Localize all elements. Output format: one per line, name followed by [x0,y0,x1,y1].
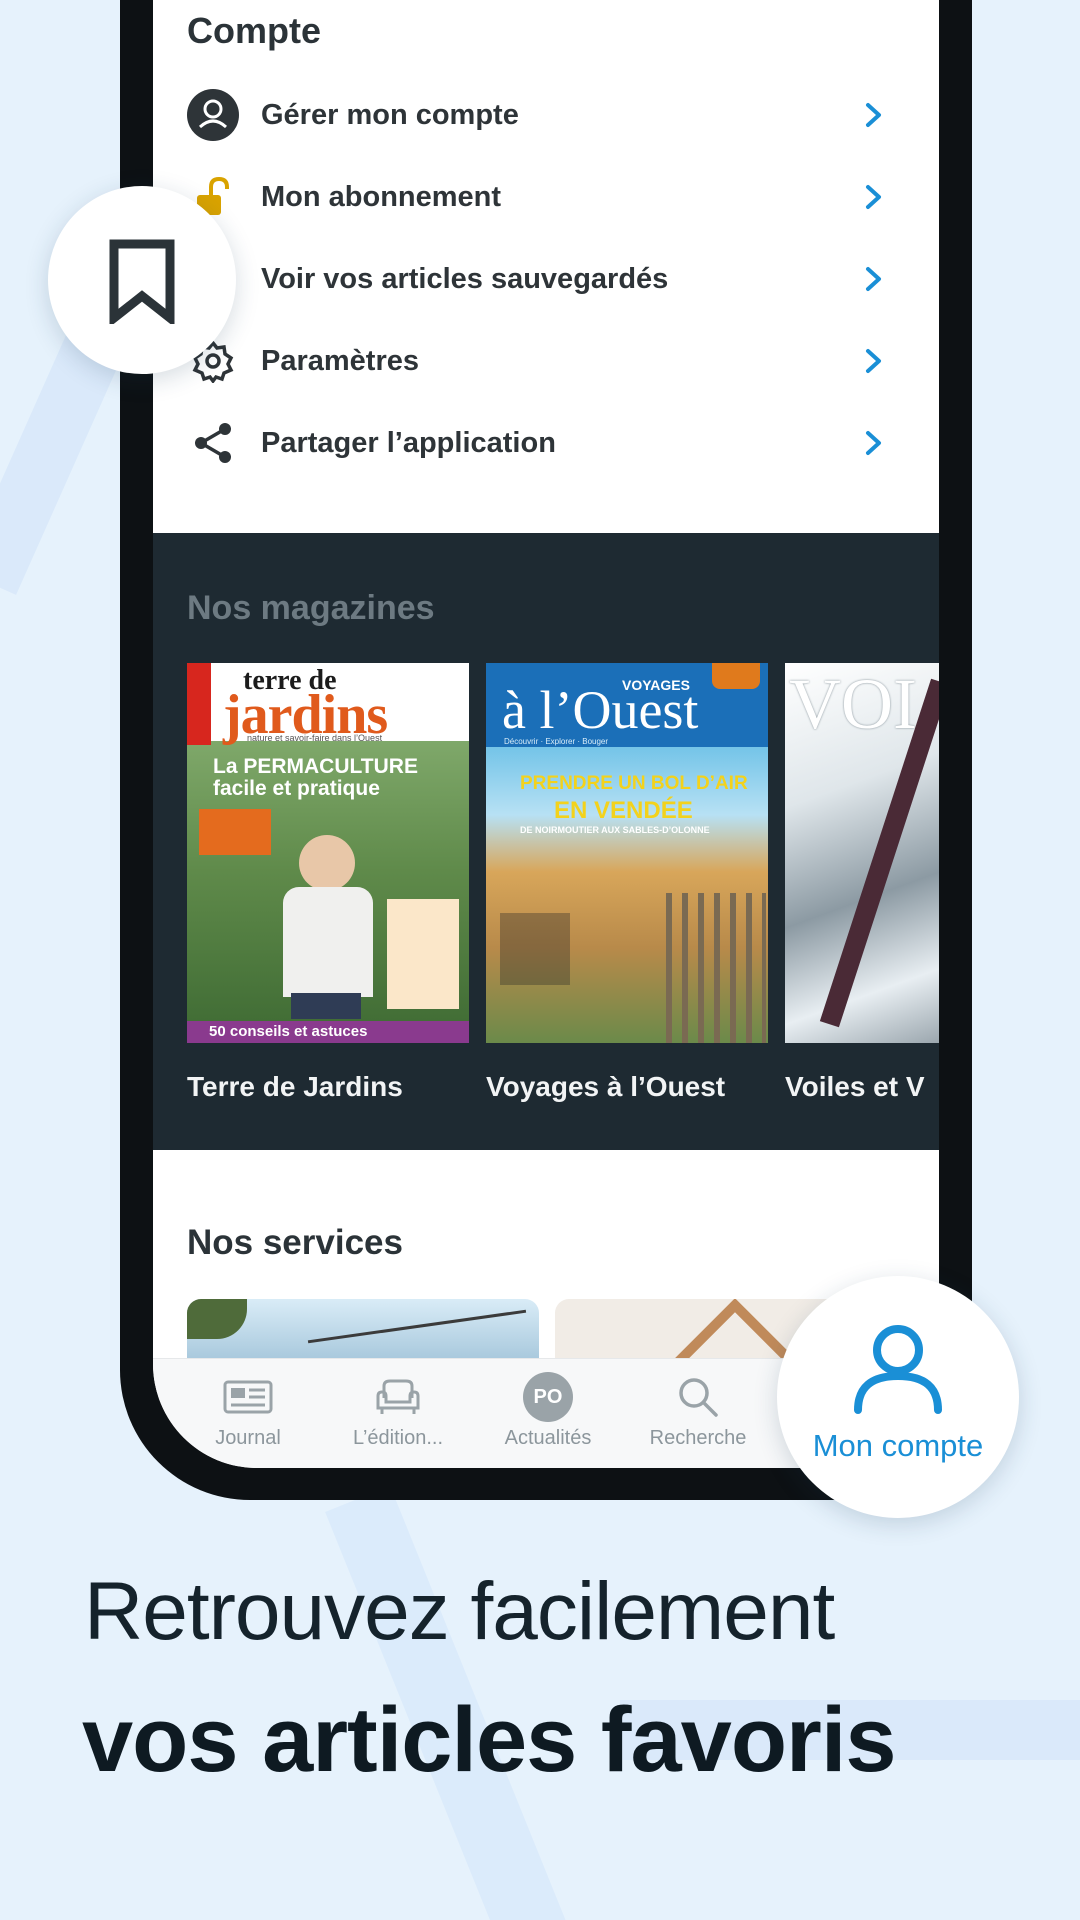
bookmark-icon [108,238,176,329]
cover-subline: Découvrir · Explorer · Bouger [504,737,609,746]
nav-item-actualites[interactable]: PO Actualités [473,1372,623,1450]
magazine-cover: VOI [785,663,939,1043]
magazine-card-terre-de-jardins[interactable]: terre de jardins nature et savoir-faire … [187,663,469,1102]
armchair-icon [323,1373,473,1421]
magazine-name: Voiles et V [785,1071,925,1102]
menu-item-settings[interactable]: Paramètres [187,326,907,396]
magazine-card-voyages-a-l-ouest[interactable]: VOYAGES à l’Ouest Découvrir · Explorer ·… [486,663,768,1102]
account-section-title: Compte [187,10,321,51]
menu-item-share-app[interactable]: Partager l’application [187,408,907,478]
menu-item-label: Voir vos articles sauvegardés [261,262,669,295]
chevron-right-icon [859,264,889,294]
magazines-section: Nos magazines terre de jardins nature et… [153,533,939,1150]
services-section-title: Nos services [187,1223,403,1262]
nav-item-edition[interactable]: L’édition... [323,1373,473,1450]
chevron-right-icon [859,182,889,212]
nav-item-journal[interactable]: Journal [173,1373,323,1450]
cover-headline: facile et pratique [213,777,380,800]
cover-footer: 50 conseils et astuces [187,1021,469,1043]
magazine-cover: terre de jardins nature et savoir-faire … [187,663,469,1043]
promo-headline-line1: Retrouvez facilement [84,1566,835,1657]
menu-item-subscription[interactable]: Mon abonnement [187,162,907,232]
magazine-cover: VOYAGES à l’Ouest Découvrir · Explorer ·… [486,663,768,1043]
menu-item-label: Mon abonnement [261,180,502,213]
share-icon [187,417,239,469]
cover-headline: PRENDRE UN BOL D’AIR [520,773,748,794]
nav-label-active: Mon compte [812,1428,984,1463]
nav-label: Journal [215,1427,281,1449]
nav-item-mon-compte[interactable]: Mon compte [777,1276,1019,1518]
chevron-right-icon [859,346,889,376]
promo-headline-line2: vos articles favoris [82,1689,897,1791]
user-circle-icon [187,89,239,141]
cover-masthead-main: VOI [789,664,917,744]
cover-headline: DE NOIRMOUTIER AUX SABLES-D’OLONNE [520,825,710,835]
bookmark-bubble [48,186,236,374]
menu-item-label: Paramètres [261,344,419,377]
search-icon [623,1373,773,1421]
chevron-right-icon [859,428,889,458]
nav-label: Actualités [504,1427,592,1449]
cover-tagline: nature et savoir-faire dans l’Ouest [247,733,383,743]
menu-item-label: Gérer mon compte [261,98,519,131]
menu-item-label: Partager l’application [261,426,556,459]
menu-item-manage-account[interactable]: Gérer mon compte [187,80,907,150]
nav-label: L’édition... [352,1427,444,1449]
po-badge-text: PO [523,1372,573,1422]
magazine-card-voiles-et-voiliers[interactable]: VOI Voiles et V [785,663,939,1102]
menu-item-saved-articles[interactable]: Voir vos articles sauvegardés [187,244,907,314]
chevron-right-icon [859,100,889,130]
newspaper-icon [173,1373,323,1421]
cover-headline: EN VENDÉE [554,797,693,824]
user-icon [852,1322,944,1423]
magazines-section-title: Nos magazines [187,589,435,627]
po-logo-icon: PO [473,1372,623,1422]
nav-label: Recherche [649,1427,747,1449]
phone-screen: Compte Gérer mon compte Mon abonnement V… [153,0,939,1468]
cover-masthead-main: à l’Ouest [502,680,699,740]
nav-item-recherche[interactable]: Recherche [623,1373,773,1450]
magazine-name: Terre de Jardins [187,1071,403,1102]
magazine-name: Voyages à l’Ouest [486,1071,726,1102]
cover-headline: La PERMACULTURE [213,755,418,778]
